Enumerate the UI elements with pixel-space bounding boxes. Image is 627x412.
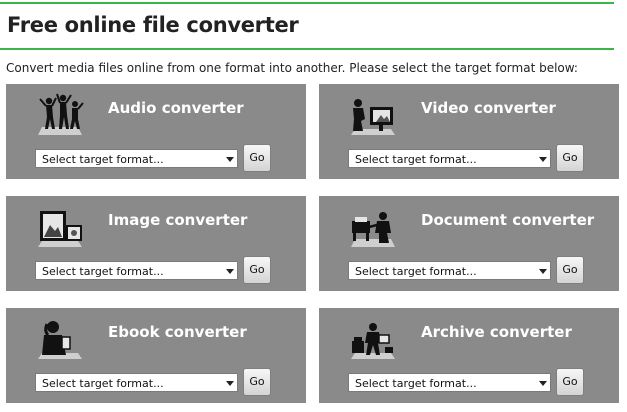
dropdown-arrow-icon <box>226 381 234 386</box>
dropdown-arrow-icon <box>539 157 547 162</box>
archive-boxes-icon <box>351 323 395 359</box>
go-button[interactable]: Go <box>243 256 271 284</box>
card-title: Archive converter <box>421 323 572 341</box>
go-button[interactable]: Go <box>243 144 271 172</box>
select-value: Select target format... <box>42 153 164 166</box>
card-title: Ebook converter <box>108 323 247 341</box>
dropdown-arrow-icon <box>226 157 234 162</box>
dancing-people-icon <box>38 93 84 135</box>
target-format-select[interactable]: Select target format... <box>35 149 238 168</box>
video-viewer-icon <box>351 99 395 135</box>
select-value: Select target format... <box>42 377 164 390</box>
select-value: Select target format... <box>42 265 164 278</box>
page-title: Free online file converter <box>7 13 299 37</box>
target-format-select[interactable]: Select target format... <box>348 261 551 280</box>
picture-frame-icon <box>38 211 82 247</box>
document-printer-icon <box>351 212 395 247</box>
intro-text: Convert media files online from one form… <box>6 61 578 75</box>
target-format-select[interactable]: Select target format... <box>348 373 551 392</box>
archive-converter-card: Archive converter Select target format..… <box>319 308 619 403</box>
card-title: Video converter <box>421 99 556 117</box>
dropdown-arrow-icon <box>539 269 547 274</box>
select-value: Select target format... <box>355 377 477 390</box>
target-format-select[interactable]: Select target format... <box>348 149 551 168</box>
card-title: Audio converter <box>108 99 244 117</box>
header-bottom-rule <box>0 48 614 50</box>
ebook-converter-card: Ebook converter Select target format... … <box>6 308 306 403</box>
video-converter-card: Video converter Select target format... … <box>319 84 619 179</box>
audio-converter-card: Audio converter Select target format... … <box>6 84 306 179</box>
document-converter-card: Document converter Select target format.… <box>319 196 619 291</box>
target-format-select[interactable]: Select target format... <box>35 373 238 392</box>
go-button[interactable]: Go <box>556 368 584 396</box>
image-converter-card: Image converter Select target format... … <box>6 196 306 291</box>
target-format-select[interactable]: Select target format... <box>35 261 238 280</box>
card-title: Document converter <box>421 211 595 229</box>
ebook-reader-icon <box>38 321 82 359</box>
select-value: Select target format... <box>355 153 477 166</box>
dropdown-arrow-icon <box>226 269 234 274</box>
go-button[interactable]: Go <box>556 144 584 172</box>
go-button[interactable]: Go <box>243 368 271 396</box>
card-title: Image converter <box>108 211 248 229</box>
go-button[interactable]: Go <box>556 256 584 284</box>
select-value: Select target format... <box>355 265 477 278</box>
header-top-rule <box>0 2 614 4</box>
dropdown-arrow-icon <box>539 381 547 386</box>
